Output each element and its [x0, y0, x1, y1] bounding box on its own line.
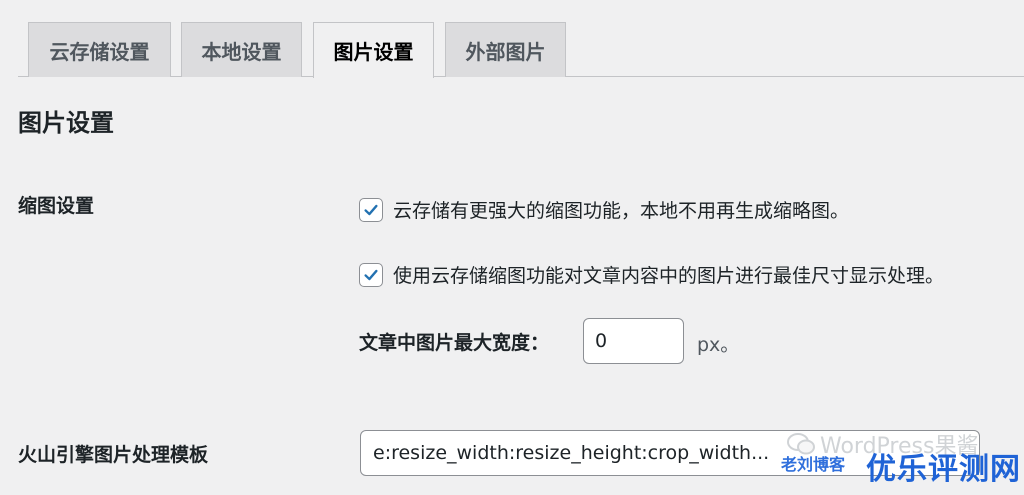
option-2-text: 使用云存储缩图功能对文章内容中的图片进行最佳尺寸显示处理。: [393, 265, 945, 287]
tab-image[interactable]: 图片设置: [313, 22, 434, 78]
checkbox-no-local-thumbnails[interactable]: [359, 197, 383, 222]
tab-local[interactable]: 本地设置: [181, 22, 302, 77]
thumbnail-option-2[interactable]: 使用云存储缩图功能对文章内容中的图片进行最佳尺寸显示处理。: [359, 261, 944, 288]
tab-external-images[interactable]: 外部图片: [445, 22, 566, 77]
thumbnail-option-1[interactable]: 云存储有更强大的缩图功能，本地不用再生成缩略图。: [359, 196, 849, 223]
blog-watermark: 老刘博客: [781, 455, 846, 474]
checkbox-content-image-resize[interactable]: [359, 262, 383, 287]
check-icon: [364, 269, 378, 280]
tab-cloud-storage[interactable]: 云存储设置: [28, 22, 171, 77]
max-width-label: 文章中图片最大宽度：: [359, 332, 550, 354]
max-width-unit: px。: [697, 334, 740, 356]
thumbnail-settings-label: 缩图设置: [18, 195, 95, 217]
template-label: 火山引擎图片处理模板: [18, 444, 209, 466]
option-1-text: 云存储有更强大的缩图功能，本地不用再生成缩略图。: [393, 200, 850, 222]
section-title: 图片设置: [18, 109, 114, 137]
tab-bar: 云存储设置 本地设置 图片设置 外部图片: [0, 0, 1024, 78]
site-watermark: 优乐评测网: [866, 452, 1021, 487]
max-width-input[interactable]: [583, 318, 684, 364]
check-icon: [364, 204, 378, 215]
settings-page: 云存储设置 本地设置 图片设置 外部图片 图片设置 缩图设置 云存储有更强大的缩…: [0, 0, 1024, 495]
